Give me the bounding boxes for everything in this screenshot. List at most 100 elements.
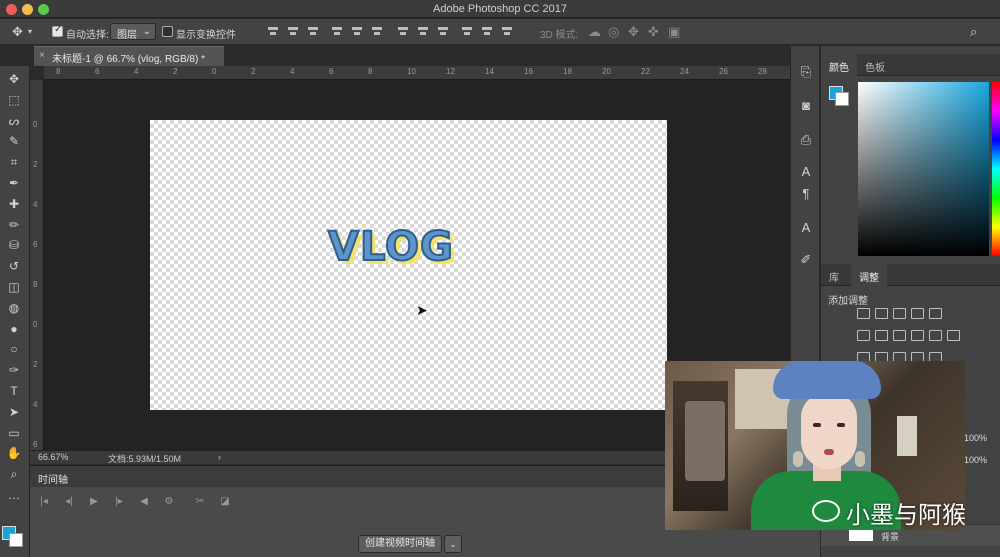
- transition-icon[interactable]: ◪: [217, 496, 233, 510]
- document-size: 文档:5.93M/1.50M: [108, 454, 182, 464]
- stamp-tool-icon[interactable]: ⛁: [5, 236, 23, 254]
- libraries-panel-icon[interactable]: ⎙: [798, 132, 814, 148]
- auto-select-checkbox[interactable]: [52, 24, 63, 37]
- channel-mixer-icon[interactable]: [929, 330, 942, 341]
- drag-3d-icon[interactable]: ✥: [628, 24, 639, 40]
- presenter-right-eye: [837, 423, 845, 427]
- slide-3d-icon[interactable]: ✜: [648, 24, 659, 40]
- zoom-tool-icon[interactable]: ⌕: [5, 465, 23, 483]
- fill-value[interactable]: 100%: [964, 455, 987, 465]
- levels-icon[interactable]: [875, 308, 888, 319]
- tab-swatches[interactable]: 色板: [857, 54, 893, 76]
- align-vcenter-icon[interactable]: [287, 25, 299, 37]
- eraser-tool-icon[interactable]: ◫: [5, 278, 23, 296]
- more-tool-icon[interactable]: …: [5, 486, 23, 504]
- blur-tool-icon[interactable]: ●: [5, 320, 23, 338]
- hue-saturation-icon[interactable]: [857, 330, 870, 341]
- align-bottom-icon[interactable]: [307, 25, 319, 37]
- marquee-tool-icon[interactable]: ⬚: [5, 91, 23, 109]
- distribute-top-icon[interactable]: [397, 25, 409, 37]
- ruler-v-tick: 0: [33, 120, 38, 129]
- ruler-h-tick: 12: [446, 67, 455, 76]
- curves-icon[interactable]: [893, 308, 906, 319]
- color-panel-background-swatch[interactable]: [835, 92, 849, 106]
- background-color-swatch[interactable]: [9, 533, 23, 547]
- settings-icon[interactable]: ⚙: [161, 496, 177, 510]
- audio-icon[interactable]: ◀: [136, 496, 152, 510]
- character-panel-icon[interactable]: A: [798, 164, 814, 180]
- show-transform-checkbox[interactable]: [162, 26, 173, 37]
- split-icon[interactable]: ✂: [192, 496, 208, 510]
- next-frame-icon[interactable]: |▸: [111, 496, 127, 510]
- ruler-h-tick: 28: [758, 67, 767, 76]
- exposure-icon[interactable]: [911, 308, 924, 319]
- glyphs-panel-icon[interactable]: A: [798, 220, 814, 236]
- opacity-value[interactable]: 100%: [964, 433, 987, 443]
- tool-preset-chevron-icon[interactable]: ▾: [28, 27, 32, 36]
- align-left-icon[interactable]: [331, 25, 343, 37]
- vertical-ruler[interactable]: 0 2 4 6 8 0 2 4 6: [30, 80, 44, 450]
- healing-tool-icon[interactable]: ✚: [5, 195, 23, 213]
- document-tab-title: 未标题-1 @ 66.7% (vlog, RGB/8) *: [52, 54, 205, 65]
- brightness-icon[interactable]: [857, 308, 870, 319]
- properties-panel-icon[interactable]: ◙: [798, 98, 814, 114]
- color-picker-field[interactable]: [858, 82, 989, 256]
- photo-filter-icon[interactable]: [911, 330, 924, 341]
- previous-frame-icon[interactable]: ◂|: [61, 496, 77, 510]
- color-panel-tabs: 颜色 色板: [821, 54, 1000, 76]
- paragraph-panel-icon[interactable]: ¶: [798, 186, 814, 202]
- distribute-left-icon[interactable]: [461, 25, 473, 37]
- document-canvas[interactable]: VLOG VLOG ➤: [150, 120, 667, 410]
- distribute-right-icon[interactable]: [501, 25, 513, 37]
- color-lookup-icon[interactable]: [947, 330, 960, 341]
- ruler-v-tick: 0: [33, 320, 38, 329]
- dodge-tool-icon[interactable]: ○: [5, 340, 23, 358]
- brush-panel-icon[interactable]: ✐: [798, 252, 814, 268]
- distribute-vcenter-icon[interactable]: [417, 25, 429, 37]
- align-top-icon[interactable]: [267, 25, 279, 37]
- roll-3d-icon[interactable]: ◎: [608, 24, 619, 40]
- rectangle-tool-icon[interactable]: ▭: [5, 424, 23, 442]
- timeline-title[interactable]: 时间轴: [38, 471, 68, 486]
- create-video-timeline-button[interactable]: 创建视频时间轴: [358, 535, 442, 553]
- orbit-3d-icon[interactable]: ☁: [588, 24, 601, 40]
- hand-tool-icon[interactable]: ✋: [5, 444, 23, 462]
- align-right-icon[interactable]: [371, 25, 383, 37]
- scale-3d-icon[interactable]: ▣: [668, 24, 680, 40]
- color-balance-icon[interactable]: [875, 330, 888, 341]
- go-to-first-frame-icon[interactable]: |◂: [36, 496, 52, 510]
- distribute-bottom-icon[interactable]: [437, 25, 449, 37]
- brush-tool-icon[interactable]: ✏: [5, 216, 23, 234]
- auto-select-target-dropdown[interactable]: 图层 ⌄: [110, 23, 156, 41]
- tab-adjustments[interactable]: 调整: [851, 264, 887, 286]
- horizontal-ruler[interactable]: 8 6 4 2 0 2 4 6 8 10 12 14 16 18 20 22 24 26 28: [44, 66, 790, 80]
- crop-tool-icon[interactable]: ⌗: [5, 153, 23, 171]
- document-tab[interactable]: × 未标题-1 @ 66.7% (vlog, RGB/8) *: [34, 46, 224, 66]
- move-tool-icon[interactable]: ✥: [12, 24, 23, 40]
- hue-slider[interactable]: [992, 82, 1000, 256]
- status-menu-arrow[interactable]: ›: [218, 452, 221, 462]
- create-timeline-dropdown-icon[interactable]: ⌄: [444, 535, 462, 553]
- history-brush-tool-icon[interactable]: ↺: [5, 257, 23, 275]
- dropdown-chevron-icon: ⌄: [142, 26, 151, 37]
- distribute-hcenter-icon[interactable]: [481, 25, 493, 37]
- lasso-tool-icon[interactable]: ᔕ: [5, 112, 23, 130]
- move-tool-icon[interactable]: ✥: [5, 70, 23, 88]
- path-select-tool-icon[interactable]: ➤: [5, 403, 23, 421]
- black-white-icon[interactable]: [893, 330, 906, 341]
- search-icon[interactable]: ⌕: [970, 24, 977, 40]
- quick-select-tool-icon[interactable]: ✎: [5, 132, 23, 150]
- tab-color[interactable]: 颜色: [821, 54, 857, 76]
- eyedropper-tool-icon[interactable]: ✒: [5, 174, 23, 192]
- close-tab-icon[interactable]: ×: [39, 50, 45, 61]
- vibrance-icon[interactable]: [929, 308, 942, 319]
- tab-libraries[interactable]: 库: [821, 264, 847, 286]
- align-hcenter-icon[interactable]: [351, 25, 363, 37]
- zoom-level[interactable]: 66.67%: [38, 452, 69, 462]
- paint-bucket-tool-icon[interactable]: ◍: [5, 299, 23, 317]
- type-tool-icon[interactable]: T: [5, 382, 23, 400]
- play-icon[interactable]: ▶: [86, 496, 102, 510]
- history-panel-icon[interactable]: ⎘: [798, 64, 814, 80]
- pen-tool-icon[interactable]: ✑: [5, 361, 23, 379]
- ruler-h-tick: 8: [56, 67, 61, 76]
